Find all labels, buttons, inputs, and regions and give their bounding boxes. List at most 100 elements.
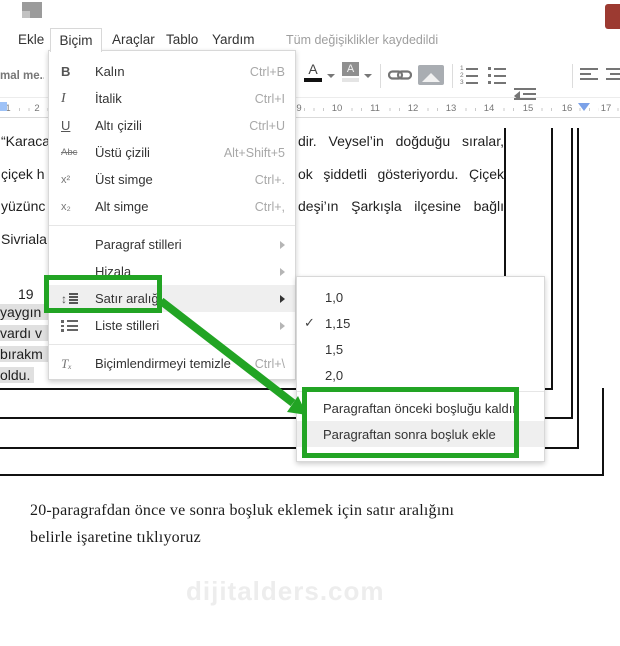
watermark: dijitalders.com bbox=[186, 576, 385, 606]
menu-item-liste-stilleri[interactable]: Liste stilleri bbox=[49, 312, 295, 339]
submenu-item-label: 2,0 bbox=[325, 367, 344, 383]
menu-bicim[interactable]: Biçim bbox=[50, 28, 102, 52]
menu-item-ust-simge[interactable]: x² Üst simge Ctrl+. bbox=[49, 166, 295, 193]
ruler-number: 2 bbox=[32, 103, 42, 114]
text-color-button[interactable]: A bbox=[304, 62, 322, 90]
submenu-arrow-icon bbox=[280, 321, 285, 330]
menu-item-label: Biçimlendirmeyi temizle bbox=[95, 356, 231, 371]
paragraph-style-dropdown[interactable]: mal me... bbox=[0, 70, 44, 82]
caption-line-2: belirle işaretine tıklıyoruz bbox=[30, 529, 201, 546]
ruler-number: 16 bbox=[559, 103, 575, 114]
menu-item-shortcut: Ctrl+B bbox=[249, 64, 285, 79]
submenu-arrow-icon bbox=[280, 294, 285, 303]
menu-item-shortcut: Alt+Shift+5 bbox=[223, 145, 285, 160]
menu-araclar[interactable]: Araçlar bbox=[112, 32, 155, 47]
menu-item-bicimlendirmeyi-temizle[interactable]: Tₓ Biçimlendirmeyi temizle Ctrl+\ bbox=[49, 350, 295, 377]
doc-text-line: “Karaca bbox=[1, 133, 49, 149]
ruler-indent-marker[interactable] bbox=[0, 102, 7, 111]
document-icon bbox=[22, 2, 42, 18]
ruler-number: 17 bbox=[598, 103, 614, 114]
doc-text-line: çiçek h bbox=[1, 166, 45, 182]
page-border-line bbox=[551, 128, 553, 390]
ruler-number: 15 bbox=[520, 103, 536, 114]
numbered-list-button[interactable]: 1 2 3 bbox=[460, 62, 478, 90]
submenu-item-1-0[interactable]: 1,0 bbox=[297, 284, 544, 310]
menu-item-label: Üstü çizili bbox=[95, 145, 150, 160]
menu-yardim[interactable]: Yardım bbox=[212, 32, 255, 47]
menu-separator bbox=[49, 344, 295, 345]
menu-ekle[interactable]: Ekle bbox=[18, 32, 44, 47]
insert-image-button[interactable] bbox=[418, 65, 444, 85]
doc-selected-text: vardı v bbox=[0, 325, 48, 341]
list-styles-icon bbox=[61, 318, 95, 334]
ruler-number: 13 bbox=[443, 103, 459, 114]
ruler-margin-marker[interactable] bbox=[578, 103, 590, 111]
image-icon bbox=[422, 73, 440, 82]
link-icon bbox=[387, 70, 413, 80]
menu-item-paragraf-stilleri[interactable]: Paragraf stilleri bbox=[49, 231, 295, 258]
format-menu: B Kalın Ctrl+B I İtalik Ctrl+I U Altı çi… bbox=[48, 50, 296, 380]
page-border-line bbox=[577, 128, 579, 449]
ruler-number: 10 bbox=[329, 103, 345, 114]
share-button-partial[interactable] bbox=[605, 4, 620, 29]
menu-item-shortcut: Ctrl+I bbox=[254, 91, 285, 106]
doc-selected-text: yaygın bbox=[0, 304, 48, 320]
menu-item-ustu-cizili[interactable]: Abc Üstü çizili Alt+Shift+5 bbox=[49, 139, 295, 166]
menu-item-shortcut: Ctrl+\ bbox=[254, 356, 285, 371]
annotation-box-line-spacing bbox=[44, 275, 162, 313]
toolbar-separator bbox=[452, 64, 453, 88]
menu-item-italik[interactable]: I İtalik Ctrl+I bbox=[49, 85, 295, 112]
italic-icon: I bbox=[61, 90, 66, 106]
page-border-line bbox=[0, 474, 604, 476]
align-center-button[interactable] bbox=[606, 65, 620, 93]
menu-item-shortcut: Ctrl+U bbox=[249, 118, 285, 133]
menu-item-alt-simge[interactable]: x₂ Alt simge Ctrl+, bbox=[49, 193, 295, 220]
bulleted-list-button[interactable] bbox=[488, 62, 506, 90]
ruler-number: 12 bbox=[405, 103, 421, 114]
strikethrough-icon: Abc bbox=[61, 147, 78, 158]
highlight-caret-icon[interactable] bbox=[364, 74, 372, 78]
text-color-caret-icon[interactable] bbox=[327, 74, 335, 78]
save-status: Tüm değişiklikler kaydedildi bbox=[286, 33, 439, 47]
menu-item-alti-cizili[interactable]: U Altı çizili Ctrl+U bbox=[49, 112, 295, 139]
menu-item-kalin[interactable]: B Kalın Ctrl+B bbox=[49, 58, 295, 85]
menu-tablo[interactable]: Tablo bbox=[166, 32, 198, 47]
bold-icon: B bbox=[61, 64, 71, 79]
menu-separator bbox=[49, 225, 295, 226]
insert-link-button[interactable] bbox=[387, 68, 413, 96]
doc-text-line: deşi’ın Şarkışla ilçesine bağlı bbox=[298, 198, 504, 214]
doc-text-line: ok şiddetli gösteriyordu. Çiçek bbox=[298, 166, 504, 182]
menu-item-label: Üst simge bbox=[95, 172, 153, 187]
doc-selected-text: oldu. bbox=[0, 367, 35, 383]
doc-text-line: yüzünc bbox=[1, 198, 46, 214]
superscript-icon: x² bbox=[61, 173, 71, 186]
menu-item-label: Liste stilleri bbox=[95, 318, 160, 333]
submenu-item-label: 1,0 bbox=[325, 289, 344, 305]
menu-item-label: Altı çizili bbox=[95, 118, 142, 133]
menu-item-label: Alt simge bbox=[95, 199, 149, 214]
submenu-item-1-15[interactable]: ✓ 1,15 bbox=[297, 310, 544, 336]
table-border-line bbox=[504, 128, 506, 276]
submenu-item-label: 1,15 bbox=[325, 315, 351, 331]
submenu-item-1-5[interactable]: 1,5 bbox=[297, 336, 544, 362]
submenu-arrow-icon bbox=[280, 267, 285, 276]
toolbar-separator bbox=[572, 64, 573, 88]
menubar: Ekle Biçim Araçlar Tablo Yardım Tüm deği… bbox=[0, 28, 620, 52]
underline-icon: U bbox=[61, 118, 71, 133]
subscript-icon: x₂ bbox=[61, 200, 71, 213]
page-border-line bbox=[602, 388, 604, 475]
toolbar-separator bbox=[380, 64, 381, 88]
text-color-icon: A bbox=[308, 61, 318, 77]
doc-text-line: Sivriala bbox=[1, 231, 47, 247]
menu-item-shortcut: Ctrl+, bbox=[254, 199, 285, 214]
ruler-number: 11 bbox=[368, 103, 382, 114]
submenu-item-label: 1,5 bbox=[325, 341, 344, 357]
menu-item-label: Paragraf stilleri bbox=[95, 237, 182, 252]
align-left-button[interactable] bbox=[580, 65, 598, 93]
doc-selected-text: bırakm bbox=[0, 346, 48, 362]
menu-item-shortcut: Ctrl+. bbox=[254, 172, 285, 187]
highlight-color-button[interactable]: A bbox=[342, 62, 359, 90]
submenu-item-2-0[interactable]: 2,0 bbox=[297, 362, 544, 388]
menu-item-label: Kalın bbox=[95, 64, 125, 79]
page-border-line bbox=[571, 128, 573, 419]
